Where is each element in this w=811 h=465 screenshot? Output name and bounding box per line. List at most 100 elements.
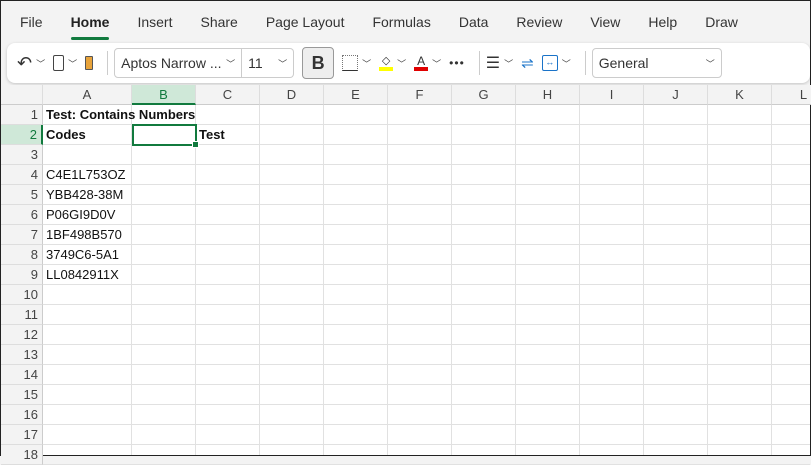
- row-header-9[interactable]: 9: [1, 265, 43, 285]
- cell-a4[interactable]: C4E1L753OZ: [43, 165, 126, 185]
- cell-a8[interactable]: 3749C6-5A1: [43, 245, 119, 265]
- row-header-16[interactable]: 16: [1, 405, 43, 425]
- paintbrush-icon: [85, 56, 94, 70]
- tab-share[interactable]: Share: [200, 14, 237, 30]
- borders-button[interactable]: ﹀: [342, 55, 371, 71]
- gridline: [579, 105, 580, 455]
- chevron-down-icon: ﹀: [397, 58, 407, 69]
- gridline: [43, 384, 810, 385]
- tab-view[interactable]: View: [590, 14, 620, 30]
- tab-review[interactable]: Review: [516, 14, 562, 30]
- merge-button[interactable]: ↔ ﹀: [541, 55, 571, 71]
- tab-page-layout[interactable]: Page Layout: [266, 14, 345, 30]
- gridline: [43, 224, 810, 225]
- gridline: [451, 105, 452, 455]
- gridline: [387, 105, 388, 455]
- row-header-7[interactable]: 7: [1, 225, 43, 245]
- column-header-K[interactable]: K: [708, 85, 772, 105]
- column-header-F[interactable]: F: [388, 85, 452, 105]
- row-header-18[interactable]: 18: [1, 445, 43, 465]
- spreadsheet-grid[interactable]: A B C D E F G H I J K L 1 2 3 4 5 6 7 8 9 10 11 12 13 14 15 16 17 18 T…: [1, 85, 811, 465]
- cell-a1[interactable]: Test: Contains Numbers: [43, 105, 195, 125]
- tab-data[interactable]: Data: [459, 14, 489, 30]
- cell-a9[interactable]: LL0842911X: [43, 265, 119, 285]
- gridline: [43, 204, 810, 205]
- column-header-H[interactable]: H: [516, 85, 580, 105]
- bold-button[interactable]: B: [302, 47, 335, 79]
- font-size-dropdown[interactable]: 11 ﹀: [242, 48, 295, 78]
- chevron-down-icon: ﹀: [504, 58, 514, 69]
- cell-a5[interactable]: YBB428-38M: [43, 185, 123, 205]
- tab-draw[interactable]: Draw: [705, 14, 738, 30]
- more-button[interactable]: •••: [449, 56, 465, 70]
- align-button[interactable]: ☰ ﹀: [486, 53, 513, 73]
- column-header-G[interactable]: G: [452, 85, 516, 105]
- row-header-3[interactable]: 3: [1, 145, 43, 165]
- gridline: [43, 344, 810, 345]
- clipboard-icon: [53, 55, 65, 71]
- cell-a2[interactable]: Codes: [43, 125, 86, 145]
- divider: [107, 51, 109, 75]
- menu-bar: File Home Insert Share Page Layout Formu…: [1, 1, 810, 43]
- row-header-13[interactable]: 13: [1, 345, 43, 365]
- row-header-10[interactable]: 10: [1, 285, 43, 305]
- row-header-17[interactable]: 17: [1, 425, 43, 445]
- wrap-text-button[interactable]: ⇌: [521, 54, 534, 72]
- tab-formulas[interactable]: Formulas: [372, 14, 430, 30]
- gridline: [43, 364, 810, 365]
- undo-button[interactable]: ↶ ﹀: [17, 53, 45, 74]
- select-all-corner[interactable]: [1, 85, 43, 105]
- number-format-dropdown[interactable]: General ﹀: [591, 48, 722, 78]
- gridline: [43, 304, 810, 305]
- column-header-D[interactable]: D: [260, 85, 324, 105]
- row-header-5[interactable]: 5: [1, 185, 43, 205]
- gridline: [259, 105, 260, 455]
- chevron-down-icon: ﹀: [278, 58, 288, 69]
- format-painter-button[interactable]: [85, 56, 94, 70]
- chevron-down-icon: ﹀: [705, 58, 715, 69]
- tab-help[interactable]: Help: [648, 14, 677, 30]
- column-header-I[interactable]: I: [580, 85, 644, 105]
- gridline: [131, 105, 132, 455]
- align-icon: ☰: [485, 55, 501, 72]
- chevron-down-icon: ﹀: [362, 58, 372, 69]
- row-header-12[interactable]: 12: [1, 325, 43, 345]
- fill-color-button[interactable]: ◇ ﹀: [379, 55, 406, 71]
- column-header-J[interactable]: J: [644, 85, 708, 105]
- chevron-down-icon: ﹀: [561, 58, 571, 69]
- column-header-C[interactable]: C: [196, 85, 260, 105]
- column-header-E[interactable]: E: [324, 85, 388, 105]
- cell-a6[interactable]: P06GI9D0V: [43, 205, 115, 225]
- tab-file[interactable]: File: [20, 14, 43, 30]
- cell-a7[interactable]: 1BF498B570: [43, 225, 122, 245]
- tab-home[interactable]: Home: [70, 14, 109, 40]
- row-header-4[interactable]: 4: [1, 165, 43, 185]
- chevron-down-icon: ﹀: [226, 58, 236, 69]
- font-name-value: Aptos Narrow ...: [121, 55, 222, 71]
- row-header-15[interactable]: 15: [1, 385, 43, 405]
- gridline: [43, 444, 810, 445]
- chevron-down-icon: ﹀: [36, 58, 46, 69]
- column-header-A[interactable]: A: [43, 85, 132, 105]
- gridline: [43, 264, 810, 265]
- gridline: [43, 404, 810, 405]
- row-header-11[interactable]: 11: [1, 305, 43, 325]
- row-header-14[interactable]: 14: [1, 365, 43, 385]
- tab-insert[interactable]: Insert: [137, 14, 172, 30]
- gridline: [43, 244, 810, 245]
- column-header-B[interactable]: B: [132, 85, 196, 105]
- font-name-dropdown[interactable]: Aptos Narrow ... ﹀: [114, 48, 243, 78]
- paste-button[interactable]: ﹀: [53, 55, 77, 71]
- divider: [584, 51, 586, 75]
- divider: [478, 51, 480, 75]
- row-header-2[interactable]: 2: [1, 125, 43, 145]
- gridline: [707, 105, 708, 455]
- active-cell-b2[interactable]: [132, 124, 199, 148]
- row-header-1[interactable]: 1: [1, 105, 43, 125]
- font-color-button[interactable]: A ﹀: [414, 55, 441, 71]
- column-header-L[interactable]: L: [772, 85, 811, 105]
- cell-c2[interactable]: Test: [196, 125, 225, 145]
- row-header-8[interactable]: 8: [1, 245, 43, 265]
- gridline: [323, 105, 324, 455]
- row-header-6[interactable]: 6: [1, 205, 43, 225]
